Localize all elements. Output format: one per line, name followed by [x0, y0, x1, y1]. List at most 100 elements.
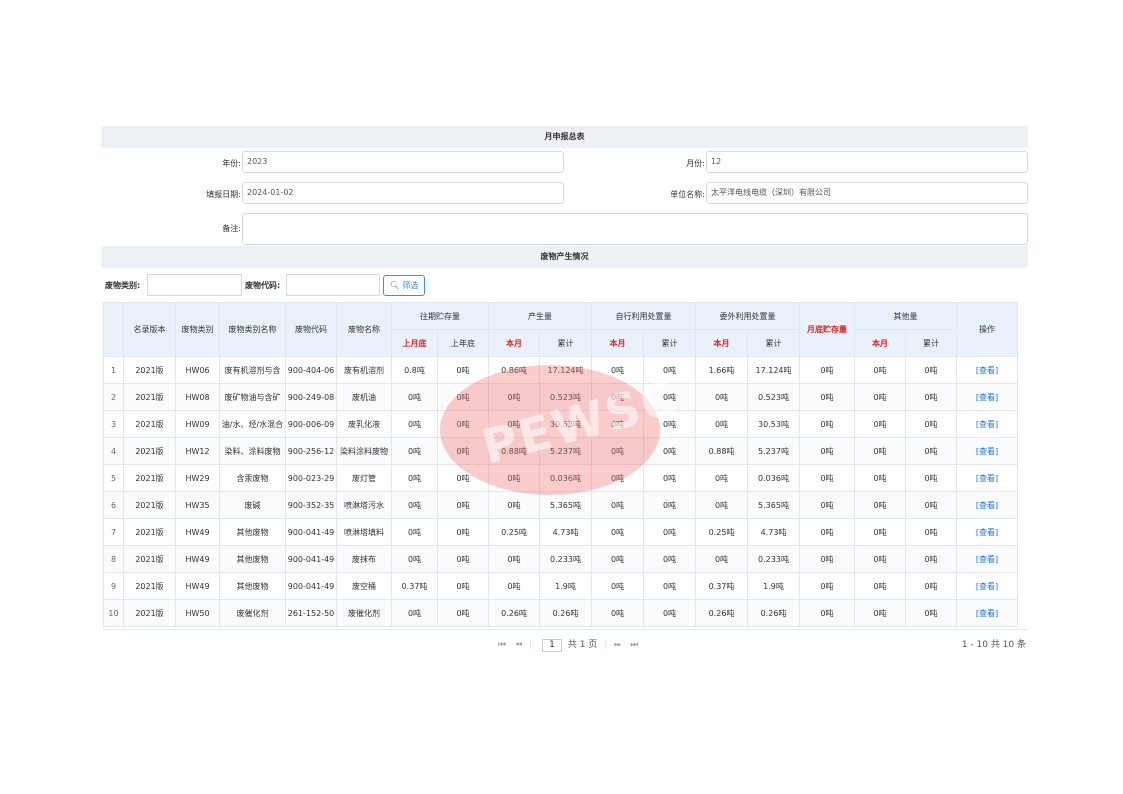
- total-pages: 共 1 页: [567, 640, 598, 650]
- cell-end-storage: 0吨: [799, 356, 855, 384]
- cell-code: 900-041-49: [285, 572, 337, 600]
- view-link[interactable]: [查看]: [976, 393, 998, 402]
- first-page-icon[interactable]: ⏮︎: [498, 640, 506, 650]
- view-link[interactable]: [查看]: [976, 609, 998, 618]
- filter-category-input[interactable]: [147, 274, 242, 296]
- header-self-month: 本月: [591, 329, 644, 357]
- cell-other-total: 0吨: [905, 518, 957, 546]
- fill-date-field[interactable]: 2024-01-02: [242, 182, 564, 204]
- cell-name: 喷淋塔填料: [336, 518, 392, 546]
- view-link[interactable]: [查看]: [976, 366, 998, 375]
- cell-end-storage: 0吨: [799, 383, 855, 411]
- cell-prod-total: 5.237吨: [539, 437, 592, 465]
- table-row[interactable]: 4 2021版 HW12 染料、涂料废物 900-256-12 染料涂料废物 0…: [103, 437, 1018, 465]
- view-link[interactable]: [查看]: [976, 474, 998, 483]
- table-row[interactable]: 3 2021版 HW09 油/水、烃/水混合 900-006-09 废乳化液 0…: [103, 410, 1018, 438]
- table-row[interactable]: 6 2021版 HW35 废碱 900-352-35 喷淋塔污水 0吨 0吨 0…: [103, 491, 1018, 519]
- last-page-icon[interactable]: ⏭︎: [630, 640, 638, 650]
- table-row[interactable]: 8 2021版 HW49 其他废物 900-041-49 废抹布 0吨 0吨 0…: [103, 545, 1018, 573]
- cell-past-month: 0吨: [391, 437, 438, 465]
- cell-out-total: 0.26吨: [747, 599, 800, 627]
- table-row[interactable]: 1 2021版 HW06 废有机溶剂与含 900-404-06 废有机溶剂 0.…: [103, 356, 1018, 384]
- cell-name: 废空桶: [336, 572, 392, 600]
- header-produced: 产生量: [488, 302, 592, 330]
- year-field[interactable]: 2023: [242, 151, 564, 173]
- cell-category-name: 染料、涂料废物: [219, 437, 286, 465]
- pager-controls: ⏮︎ ⏪︎ | 1 共 1 页 | ⏩︎ ⏭︎: [498, 637, 638, 652]
- cell-prod-month: 0吨: [488, 572, 540, 600]
- cell-version: 2021版: [123, 464, 176, 492]
- month-field[interactable]: 12: [706, 151, 1028, 173]
- header-past-storage: 往期贮存量: [391, 302, 489, 330]
- cell-out-month: 0吨: [695, 464, 748, 492]
- company-field[interactable]: 太平洋电线电缆（深圳）有限公司: [706, 182, 1028, 204]
- cell-past-month: 0.8吨: [391, 356, 438, 384]
- cell-end-storage: 0吨: [799, 437, 855, 465]
- cell-out-total: 4.73吨: [747, 518, 800, 546]
- cell-past-year: 0吨: [437, 491, 489, 519]
- waste-table: 名录版本 废物类别 废物类别名称 废物代码 废物名称 往期贮存量 产生量 自行利…: [103, 302, 1018, 627]
- table-row[interactable]: 2 2021版 HW08 废矿物油与含矿 900-249-08 废机油 0吨 0…: [103, 383, 1018, 411]
- next-page-icon[interactable]: ⏩︎: [614, 640, 621, 650]
- header-version: 名录版本: [123, 302, 176, 357]
- cell-out-month: 0.37吨: [695, 572, 748, 600]
- report-title: 月申报总表: [101, 126, 1028, 148]
- header-code: 废物代码: [285, 302, 337, 357]
- remark-field[interactable]: [242, 213, 1028, 245]
- cell-past-year: 0吨: [437, 410, 489, 438]
- view-link[interactable]: [查看]: [976, 447, 998, 456]
- filter-button[interactable]: 🔍︎ 筛选: [383, 275, 425, 296]
- row-index: 3: [103, 410, 124, 438]
- cell-out-month: 0吨: [695, 545, 748, 573]
- cell-other-total: 0吨: [905, 437, 957, 465]
- cell-name: 废有机溶剂: [336, 356, 392, 384]
- cell-past-year: 0吨: [437, 599, 489, 627]
- pager-summary: 1 - 10 共 10 条: [961, 640, 1026, 650]
- table-row[interactable]: 10 2021版 HW50 废催化剂 261-152-50 废催化剂 0吨 0吨…: [103, 599, 1018, 627]
- view-link[interactable]: [查看]: [976, 501, 998, 510]
- cell-name: 染料涂料废物: [336, 437, 392, 465]
- cell-past-year: 0吨: [437, 437, 489, 465]
- cell-self-total: 0吨: [643, 545, 696, 573]
- cell-category: HW49: [175, 545, 220, 573]
- cell-other-total: 0吨: [905, 410, 957, 438]
- cell-other-month: 0吨: [854, 437, 906, 465]
- cell-code: 900-249-08: [285, 383, 337, 411]
- view-link[interactable]: [查看]: [976, 528, 998, 537]
- table-row[interactable]: 9 2021版 HW49 其他废物 900-041-49 废空桶 0.37吨 0…: [103, 572, 1018, 600]
- cell-prod-month: 0.25吨: [488, 518, 540, 546]
- filter-button-label: 筛选: [402, 281, 419, 290]
- cell-prod-total: 5.365吨: [539, 491, 592, 519]
- filter-code-input[interactable]: [286, 274, 380, 296]
- cell-code: 900-256-12: [285, 437, 337, 465]
- cell-self-total: 0吨: [643, 599, 696, 627]
- cell-category: HW35: [175, 491, 220, 519]
- view-link[interactable]: [查看]: [976, 420, 998, 429]
- row-index: 7: [103, 518, 124, 546]
- cell-past-month: 0吨: [391, 545, 438, 573]
- header-outsource: 委外利用处置量: [695, 302, 800, 330]
- table-row[interactable]: 7 2021版 HW49 其他废物 900-041-49 喷淋塔填料 0吨 0吨…: [103, 518, 1018, 546]
- filter-bar: 废物类别: 废物代码: 🔍︎ 筛选: [103, 273, 433, 297]
- page-number-input[interactable]: 1: [541, 639, 562, 652]
- prev-page-icon[interactable]: ⏪︎: [515, 640, 522, 650]
- view-link[interactable]: [查看]: [976, 582, 998, 591]
- row-index: 4: [103, 437, 124, 465]
- cell-version: 2021版: [123, 410, 176, 438]
- header-other-month: 本月: [854, 329, 906, 357]
- table-row[interactable]: 5 2021版 HW29 含汞废物 900-023-29 废灯管 0吨 0吨 0…: [103, 464, 1018, 492]
- cell-self-month: 0吨: [591, 437, 644, 465]
- cell-other-month: 0吨: [854, 356, 906, 384]
- cell-out-month: 0.88吨: [695, 437, 748, 465]
- cell-out-total: 1.9吨: [747, 572, 800, 600]
- cell-out-total: 5.237吨: [747, 437, 800, 465]
- cell-out-total: 0.233吨: [747, 545, 800, 573]
- cell-out-total: 0.523吨: [747, 383, 800, 411]
- cell-version: 2021版: [123, 518, 176, 546]
- cell-version: 2021版: [123, 356, 176, 384]
- cell-past-month: 0吨: [391, 410, 438, 438]
- header-past-last-year: 上年底: [437, 329, 489, 357]
- cell-category-name: 油/水、烃/水混合: [219, 410, 286, 438]
- cell-out-total: 17.124吨: [747, 356, 800, 384]
- view-link[interactable]: [查看]: [976, 555, 998, 564]
